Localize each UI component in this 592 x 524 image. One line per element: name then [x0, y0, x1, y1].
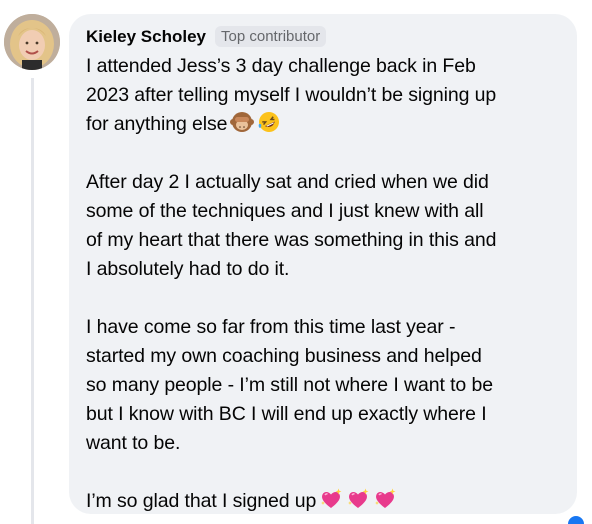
- comment-header: Kieley Scholey Top contributor: [86, 26, 327, 47]
- comment-line: I absolutely had to do it.: [86, 255, 571, 284]
- comment-line-text: so many people - I’m still not where I w…: [86, 374, 493, 396]
- top-contributor-badge[interactable]: Top contributor: [215, 26, 327, 47]
- comment-line: but I know with BC I will end up exactly…: [86, 400, 571, 429]
- comment-line: started my own coaching business and hel…: [86, 342, 571, 371]
- comment-line-text: I’m so glad that I signed up: [86, 490, 317, 512]
- comment-line-text: I have come so far from this time last y…: [86, 316, 456, 338]
- comment-line: 2023 after telling myself I wouldn’t be …: [86, 81, 571, 110]
- comment-line: of my heart that there was something in …: [86, 226, 571, 255]
- comment-line-text: for anything else: [86, 113, 228, 135]
- comment-line-text: started my own coaching business and hel…: [86, 345, 482, 367]
- sparkling-heart-icon: [319, 487, 343, 511]
- comment-thread: Kieley Scholey Top contributor I attende…: [0, 0, 592, 524]
- comment-paragraph: I’m so glad that I signed up: [86, 487, 571, 516]
- reply-thread-line: [31, 78, 34, 524]
- comment-line: so many people - I’m still not where I w…: [86, 371, 571, 400]
- sparkling-heart-icon: [346, 487, 370, 511]
- comment-bubble: Kieley Scholey Top contributor I attende…: [69, 14, 577, 514]
- comment-paragraph: I have come so far from this time last y…: [86, 313, 571, 458]
- comment-line-text: some of the techniques and I just knew w…: [86, 200, 484, 222]
- comment-line-text: 2023 after telling myself I wouldn’t be …: [86, 84, 497, 106]
- comment-line: After day 2 I actually sat and cried whe…: [86, 168, 571, 197]
- comment-line: I’m so glad that I signed up: [86, 487, 571, 516]
- comment-paragraph: After day 2 I actually sat and cried whe…: [86, 168, 571, 284]
- author-name[interactable]: Kieley Scholey: [86, 27, 206, 47]
- comment-line: I attended Jess’s 3 day challenge back i…: [86, 52, 571, 81]
- comment-line-text: I attended Jess’s 3 day challenge back i…: [86, 55, 476, 77]
- avatar[interactable]: [4, 14, 60, 70]
- reaction-badge[interactable]: [568, 516, 584, 524]
- sparkling-heart-icon: [373, 487, 397, 511]
- comment-line: some of the techniques and I just knew w…: [86, 197, 571, 226]
- comment-line-text: of my heart that there was something in …: [86, 229, 497, 251]
- comment-line: want to be.: [86, 429, 571, 458]
- comment-line: I have come so far from this time last y…: [86, 313, 571, 342]
- comment-text: I attended Jess’s 3 day challenge back i…: [86, 52, 571, 516]
- comment-line-text: After day 2 I actually sat and cried whe…: [86, 171, 489, 193]
- comment-line-text: but I know with BC I will end up exactly…: [86, 403, 487, 425]
- rofl-face-icon: [257, 110, 281, 134]
- comment-paragraph: I attended Jess’s 3 day challenge back i…: [86, 52, 571, 139]
- see-no-evil-monkey-icon: [230, 110, 255, 134]
- comment-line-text: I absolutely had to do it.: [86, 258, 290, 280]
- profile-photo-icon: [4, 14, 60, 70]
- comment-line: for anything else: [86, 110, 571, 139]
- comment-line-text: want to be.: [86, 432, 181, 454]
